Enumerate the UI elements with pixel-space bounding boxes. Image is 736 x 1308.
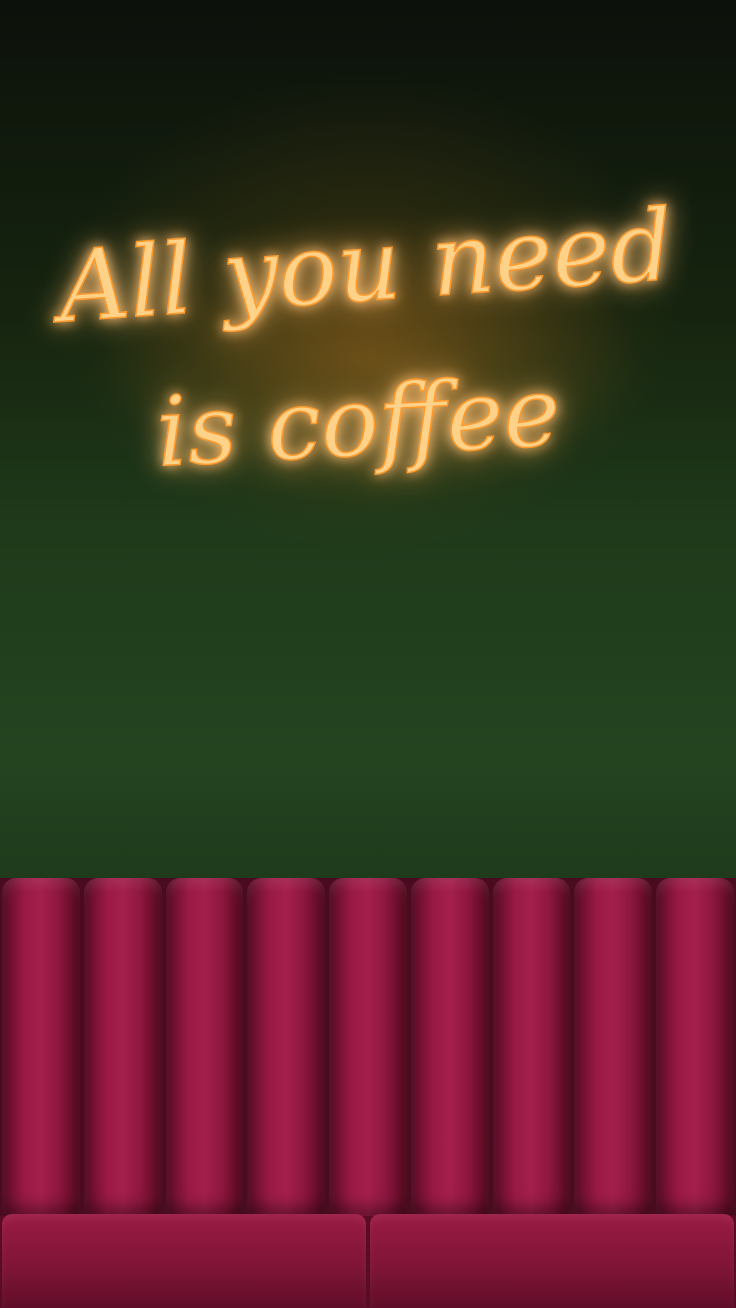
sofa-channel	[2, 878, 80, 1216]
neon-sign: All you need is coffee	[46, 188, 677, 489]
sofa-channel	[83, 878, 162, 1216]
sofa-channel	[492, 878, 571, 1216]
sofa-backrest	[0, 878, 736, 1216]
sofa-channel	[574, 878, 653, 1216]
sofa-channel	[247, 878, 326, 1216]
sofa-channel	[656, 878, 735, 1216]
sofa-channel	[165, 878, 244, 1216]
sofa-channel	[329, 878, 407, 1216]
neon-line-2: is coffee	[154, 356, 563, 489]
neon-line-1: All you need	[47, 189, 677, 346]
sofa-channel	[410, 878, 489, 1216]
seat-cushion	[370, 1214, 734, 1308]
seat-cushion	[2, 1214, 366, 1308]
velvet-sofa	[0, 878, 736, 1308]
sofa-seat	[0, 1214, 736, 1308]
photo-scene: All you need is coffee	[0, 0, 736, 1308]
